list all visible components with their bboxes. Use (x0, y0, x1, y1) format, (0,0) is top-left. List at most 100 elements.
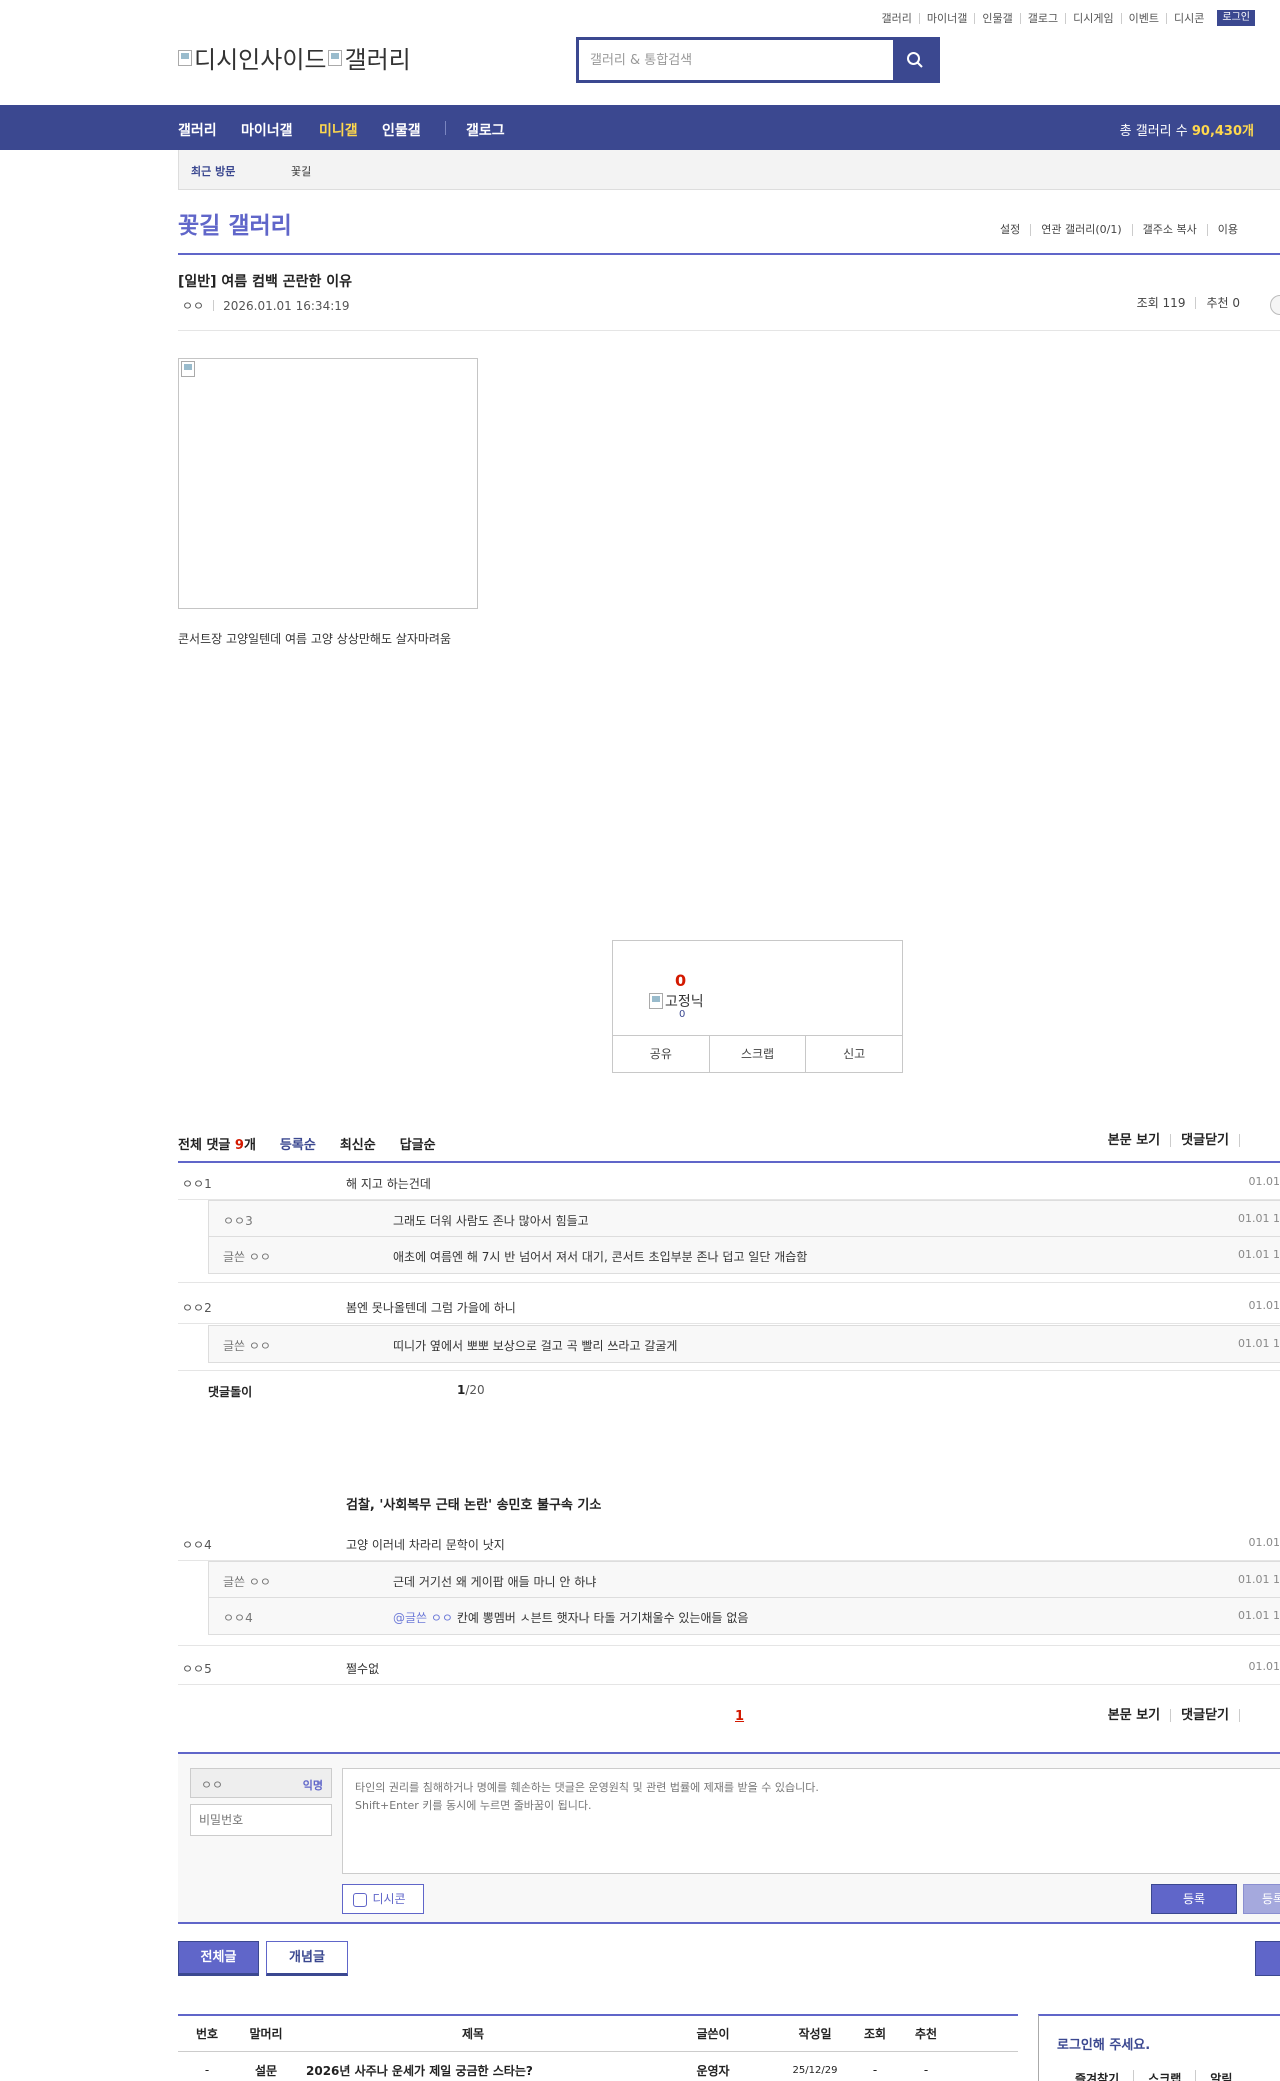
comment-nick[interactable]: ㅇㅇ2 (182, 1299, 212, 1316)
gallery-title[interactable]: 꽃길 갤러리 (178, 206, 292, 240)
close-comments-link[interactable]: 댓글닫기 (1170, 1709, 1239, 1722)
comment-nick[interactable]: ㅇㅇ1 (182, 1175, 212, 1192)
site-logo[interactable]: 디시인사이드 갤러리 (178, 40, 411, 75)
nickname-field[interactable]: ㅇㅇ 익명 (190, 1768, 332, 1798)
sort-replies[interactable]: 답글순 (400, 1134, 436, 1153)
nav-mini-gallery[interactable]: 미니갤 (319, 120, 358, 140)
post-options-button[interactable] (1270, 295, 1280, 315)
reply-list: 글쓴 ㅇㅇ 근데 거기선 왜 게이팝 애들 마니 안 하냐 01.01 1 ㅇㅇ… (208, 1561, 1280, 1635)
recent-visit-item[interactable]: 꽃길 (291, 163, 311, 179)
comment-nick[interactable]: ㅇㅇ4 (182, 1536, 212, 1553)
search-icon (907, 52, 923, 68)
notifications-link[interactable]: 알림 (1195, 2070, 1246, 2081)
gallery-usage-link[interactable]: 이용 (1206, 224, 1248, 236)
top-link-minor-gallery[interactable]: 마이너갤 (918, 12, 974, 24)
dccon-button[interactable]: 디시콘 (342, 1884, 424, 1914)
refresh-link[interactable] (1239, 1134, 1260, 1147)
top-link-dccon[interactable]: 디시콘 (1166, 12, 1211, 24)
total-gallery-number: 90,430개 (1191, 124, 1254, 139)
comment-text: 쩔수없 (346, 1662, 380, 1676)
tab-all-posts[interactable]: 전체글 (178, 1941, 259, 1976)
copy-gallery-address-link[interactable]: 갤주소 복사 (1131, 224, 1207, 236)
row-number: - (204, 2063, 210, 2077)
fixed-nick-recommend[interactable]: 고정닉 (649, 991, 704, 1011)
search-input[interactable] (579, 40, 893, 80)
nav-gallog[interactable]: 갤로그 (466, 120, 505, 140)
sort-registered[interactable]: 등록순 (280, 1134, 316, 1153)
reply-nick[interactable]: 글쓴 ㅇㅇ (223, 1337, 271, 1354)
nav-divider (445, 121, 446, 135)
nav-gallery[interactable]: 갤러리 (178, 120, 217, 140)
reply-mention[interactable]: @글쓴 ㅇㅇ (393, 1611, 453, 1625)
header-number: 번호 (195, 2027, 219, 2041)
main-navigation-bar: 갤러리 마이너갤 미니갤 인물갤 갤로그 총 갤러리 수 90,430개 (0, 105, 1280, 150)
sort-latest[interactable]: 최신순 (340, 1134, 376, 1153)
comment-row: ㅇㅇ2 봄엔 못나올텐데 그럼 가을에 하니 01.01 (178, 1287, 1280, 1324)
comment-textarea[interactable] (342, 1768, 1280, 1874)
top-link-person-gallery[interactable]: 인물갤 (974, 12, 1019, 24)
top-utility-links: 갤러리 마이너갤 인물갤 갤로그 디시게임 이벤트 디시콘 로그인 (875, 10, 1255, 26)
reply-nick[interactable]: 글쓴 ㅇㅇ (223, 1573, 271, 1590)
gallery-settings-link[interactable]: 설정 (1000, 224, 1030, 236)
post-image[interactable] (178, 358, 478, 609)
search-button[interactable] (893, 40, 937, 80)
top-link-gallery[interactable]: 갤러리 (875, 13, 919, 24)
login-prompt[interactable]: 로그인해 주세요. (1057, 2034, 1150, 2053)
reply-nick[interactable]: ㅇㅇ4 (223, 1609, 253, 1626)
row-views: - (872, 2063, 878, 2077)
favorites-link[interactable]: 즐겨찾기 (1075, 2070, 1133, 2081)
register-comment-button[interactable]: 등록 (1151, 1884, 1237, 1914)
scrap-button[interactable]: 스크랩 (708, 1036, 806, 1072)
post-meta: ㅇㅇ 2026.01.01 16:34:19 (182, 297, 350, 314)
tab-concept-posts[interactable]: 개념글 (266, 1941, 348, 1976)
row-title[interactable]: 2026년 사주나 운세가 제일 궁금한 스타는? (296, 2062, 650, 2079)
write-post-button[interactable] (1255, 1941, 1280, 1976)
post-body-text: 콘서트장 고양일텐데 여름 고양 상상만해도 살자마려움 (178, 632, 451, 646)
comment-row: ㅇㅇ5 쩔수없 01.01 (178, 1648, 1280, 1685)
refresh-link[interactable] (1239, 1709, 1260, 1722)
nav-person-gallery[interactable]: 인물갤 (382, 120, 421, 140)
nickname-value: ㅇㅇ (201, 1778, 224, 1792)
view-body-link[interactable]: 본문 보기 (1098, 1709, 1170, 1722)
report-button[interactable]: 신고 (805, 1036, 902, 1072)
fixed-nick-count: 0 (679, 1009, 686, 1020)
comment-page-1[interactable]: 1 (735, 1709, 744, 1724)
post-author[interactable]: ㅇㅇ (182, 297, 204, 314)
comment-date: 01.01 (1248, 1299, 1280, 1312)
row-prefix: 설문 (254, 2063, 278, 2078)
comment-bot-label: 댓글돌이 (208, 1385, 253, 1399)
register-and-recommend-button[interactable]: 등록 (1243, 1884, 1280, 1914)
recommend-box: 0 고정닉 0 공유 스크랩 신고 (612, 940, 903, 1073)
nav-minor-gallery[interactable]: 마이너갤 (241, 120, 293, 140)
row-writer[interactable]: 운영자 (650, 2062, 776, 2079)
recent-visit-label[interactable]: 최근 방문 (191, 163, 235, 179)
related-gallery-link[interactable]: 연관 갤러리(0/1) (1030, 224, 1131, 236)
logo-text-gallery: 갤러리 (344, 46, 411, 74)
top-link-dcgame[interactable]: 디시게임 (1065, 12, 1120, 24)
password-field[interactable] (190, 1804, 332, 1836)
reply-text: 띠니가 옆에서 뽀뽀 보상으로 걸고 곡 빨리 쓰라고 갈굴게 (393, 1339, 678, 1353)
reply-text-body: 칸예 뽕멤버 ㅅ븐트 햇자나 타돌 거기채울수 있는애들 없음 (456, 1611, 749, 1625)
comments-header: 전체 댓글 9개 등록순 최신순 답글순 (178, 1134, 436, 1153)
comment-nick[interactable]: ㅇㅇ5 (182, 1660, 212, 1677)
close-comments-link[interactable]: 댓글닫기 (1170, 1134, 1239, 1147)
table-row[interactable]: - 설문 2026년 사주나 운세가 제일 궁금한 스타는? 운영자 25/12… (178, 2052, 1018, 2081)
reply-text: 근데 거기선 왜 게이팝 애들 마니 안 하냐 (393, 1575, 597, 1589)
share-button[interactable]: 공유 (613, 1036, 709, 1072)
top-link-gallog[interactable]: 갤로그 (1019, 12, 1065, 24)
recent-visit-bar: 최근 방문 꽃길 (178, 150, 1280, 190)
reply-nick[interactable]: 글쓴 ㅇㅇ (223, 1248, 271, 1265)
reply-nick[interactable]: ㅇㅇ3 (223, 1212, 253, 1229)
comment-bot-headline[interactable]: 검찰, '사회복무 근태 논란' 송민호 불구속 기소 (346, 1494, 601, 1513)
view-body-link[interactable]: 본문 보기 (1098, 1134, 1170, 1147)
reply-text: 애초에 여름엔 해 7시 반 넘어서 져서 대기, 콘서트 초입부분 존나 덥고… (393, 1250, 808, 1264)
top-link-event[interactable]: 이벤트 (1120, 12, 1166, 24)
reply-row: 글쓴 ㅇㅇ 애초에 여름엔 해 7시 반 넘어서 져서 대기, 콘서트 초입부분… (209, 1237, 1280, 1273)
comment-bot-pager[interactable]: 1/20 (457, 1383, 485, 1397)
recommend-count[interactable]: 0 (675, 971, 686, 990)
comment-write-area: ㅇㅇ 익명 디시콘 등록 등록 (178, 1752, 1280, 1924)
scrap-link[interactable]: 스크랩 (1133, 2070, 1195, 2081)
comment-divider (178, 1370, 1280, 1371)
header-writer: 글쓴이 (696, 2027, 730, 2041)
login-button[interactable]: 로그인 (1217, 10, 1255, 26)
